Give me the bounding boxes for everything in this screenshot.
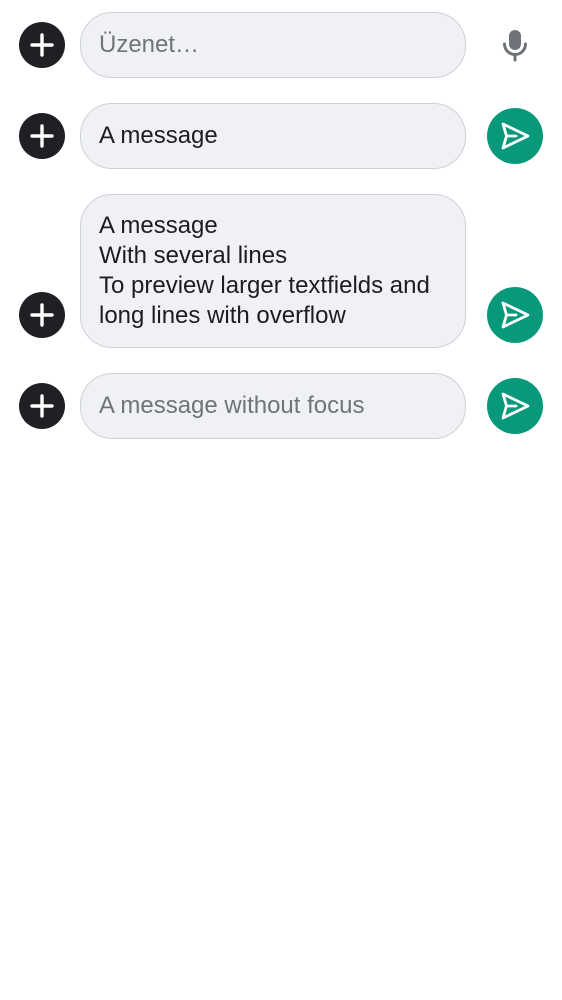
microphone-icon xyxy=(503,30,527,62)
add-attachment-button[interactable] xyxy=(19,292,65,338)
send-button[interactable] xyxy=(487,287,543,343)
add-attachment-button[interactable] xyxy=(19,113,65,159)
message-input-placeholder: Üzenet… xyxy=(99,31,200,58)
message-input-value: A message xyxy=(99,122,218,149)
plus-icon xyxy=(30,303,54,327)
message-input[interactable]: A message xyxy=(80,103,466,169)
plus-icon xyxy=(30,394,54,418)
message-input-value: A message With several lines To preview … xyxy=(99,212,430,329)
send-button[interactable] xyxy=(487,108,543,164)
message-input-placeholder: A message without focus xyxy=(99,392,365,419)
composer-2: A message xyxy=(0,103,562,169)
plus-icon xyxy=(30,124,54,148)
send-icon xyxy=(501,122,530,150)
add-attachment-button[interactable] xyxy=(19,383,65,429)
plus-icon xyxy=(30,33,54,57)
microphone-button[interactable] xyxy=(487,17,543,73)
composer-1: Üzenet… xyxy=(0,12,562,78)
send-button[interactable] xyxy=(487,378,543,434)
send-icon xyxy=(501,301,530,329)
composer-4: A message without focus xyxy=(0,373,562,439)
message-input[interactable]: A message without focus xyxy=(80,373,466,439)
message-input[interactable]: Üzenet… xyxy=(80,12,466,78)
composer-3: A message With several lines To preview … xyxy=(0,194,562,348)
add-attachment-button[interactable] xyxy=(19,22,65,68)
message-input-multiline[interactable]: A message With several lines To preview … xyxy=(80,194,466,348)
send-icon xyxy=(501,392,530,420)
